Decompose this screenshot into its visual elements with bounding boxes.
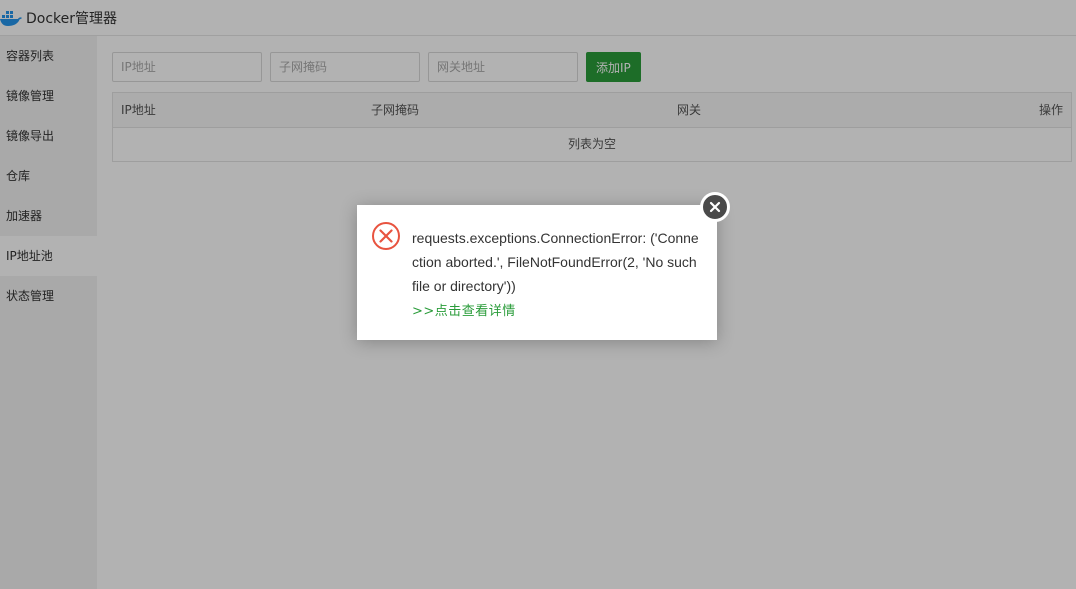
error-message: requests.exceptions.ConnectionError: ('C…: [412, 230, 699, 294]
error-dialog: requests.exceptions.ConnectionError: ('C…: [357, 205, 717, 340]
error-circle-icon: [372, 222, 400, 250]
app-window: Docker管理器 容器列表 镜像管理 镜像导出 仓库 加速器 IP地址池 状态…: [0, 0, 1076, 589]
view-details-link[interactable]: >>点击查看详情: [412, 300, 516, 319]
dialog-close-button[interactable]: [700, 192, 730, 222]
close-icon: [709, 201, 721, 213]
